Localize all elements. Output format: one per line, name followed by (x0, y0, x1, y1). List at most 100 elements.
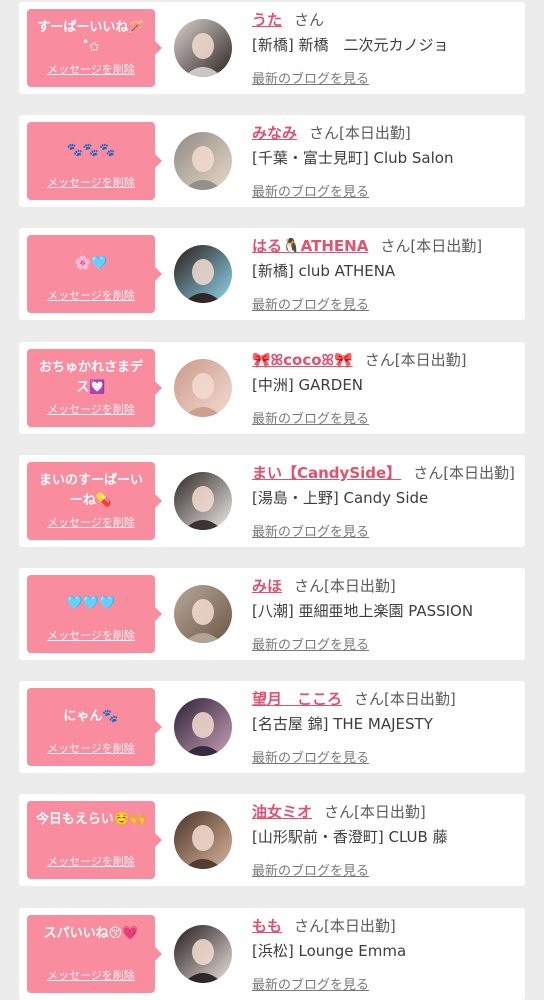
message-bubble: にゃん🐾 メッセージを削除 (27, 688, 162, 766)
delete-message-link[interactable]: メッセージを削除 (27, 514, 155, 530)
message-text: 🌸🩵 (74, 256, 108, 271)
shop-label: [中洲] GARDEN (252, 376, 364, 394)
shop-label: [新橋] club ATHENA (252, 262, 396, 280)
message-list: すーぱーいいね🪄 ˚✩ メッセージを削除 うた さん [新橋] 新橋 二次元カノ… (0, 0, 544, 1000)
delete-message-link[interactable]: メッセージを削除 (27, 174, 155, 190)
attendance-badge: [本日出勤] (354, 803, 426, 821)
avatar-image (174, 698, 232, 756)
sender-info: うた さん [新橋] 新橋 二次元カノジョ 最新のブログを見る (252, 8, 521, 87)
attendance-badge: [本日出勤] (410, 237, 483, 255)
avatar[interactable] (174, 585, 232, 643)
avatar[interactable] (174, 19, 232, 77)
honorific: さん (324, 803, 355, 821)
delete-message-link[interactable]: メッセージを削除 (27, 401, 155, 417)
honorific: さん (294, 577, 325, 595)
shop-label: [千葉・富士見町] Club Salon (252, 149, 454, 167)
delete-message-link[interactable]: メッセージを削除 (27, 853, 155, 869)
latest-blog-link[interactable]: 最新のブログを見る (252, 68, 369, 87)
message-text: おちゅかれさまデス💟 (38, 360, 143, 395)
message-card: にゃん🐾 メッセージを削除 望月 こころ さん[本日出勤] [名古屋 錦] TH… (19, 681, 525, 773)
sender-info: 望月 こころ さん[本日出勤] [名古屋 錦] THE MAJESTY 最新のブロ… (252, 687, 521, 766)
message-text: まいのすーぱーいーね💊 (38, 473, 143, 508)
sender-name-link[interactable]: もも (252, 917, 282, 935)
latest-blog-link[interactable]: 最新のブログを見る (252, 408, 369, 427)
attendance-badge: [本日出勤] (324, 577, 396, 595)
attendance-badge: [本日出勤] (324, 917, 396, 935)
message-card: 今日もえらい☺️🙌 メッセージを削除 油女ミオ さん[本日出勤] [山形駅前・香… (19, 794, 525, 886)
message-bubble: 🐾🐾🐾 メッセージを削除 (27, 122, 162, 200)
shop-label: [浜松] Lounge Emma (252, 942, 407, 960)
sender-name-link[interactable]: うた (252, 11, 282, 29)
avatar-image (174, 811, 232, 869)
sender-name-link[interactable]: みほ (252, 577, 282, 595)
honorific: さん (364, 351, 395, 369)
sender-name-link[interactable]: 🎀ꕤcocoꕤ🎀 (252, 351, 353, 369)
avatar-image (174, 925, 232, 983)
message-card: おちゅかれさまデス💟 メッセージを削除 🎀ꕤcocoꕤ🎀 さん[本日出勤] [中… (19, 342, 525, 434)
sender-name-link[interactable]: 望月 こころ (252, 690, 342, 708)
message-text: 🩵🩵🩵 (66, 596, 116, 611)
avatar[interactable] (174, 472, 232, 530)
sender-name-link[interactable]: みなみ (252, 124, 297, 142)
message-card: 🐾🐾🐾 メッセージを削除 みなみ さん[本日出勤] [千葉・富士見町] Club… (19, 115, 525, 207)
avatar[interactable] (174, 811, 232, 869)
latest-blog-link[interactable]: 最新のブログを見る (252, 181, 369, 200)
avatar[interactable] (174, 359, 232, 417)
message-bubble: スパいいね😚💗 メッセージを削除 (27, 915, 162, 993)
sender-info: 🎀ꕤcocoꕤ🎀 さん[本日出勤] [中洲] GARDEN 最新のブログを見る (252, 348, 521, 427)
honorific: さん (294, 11, 325, 29)
sender-info: みなみ さん[本日出勤] [千葉・富士見町] Club Salon 最新のブログを… (252, 121, 521, 200)
message-bubble: 🩵🩵🩵 メッセージを削除 (27, 575, 162, 653)
attendance-badge: [本日出勤] (394, 351, 467, 369)
honorific: さん (309, 124, 340, 142)
delete-message-link[interactable]: メッセージを削除 (27, 287, 155, 303)
latest-blog-link[interactable]: 最新のブログを見る (252, 634, 369, 653)
honorific: さん (413, 464, 444, 482)
message-text: 🐾🐾🐾 (66, 143, 116, 158)
sender-name-link[interactable]: 油女ミオ (252, 803, 312, 821)
message-bubble: すーぱーいいね🪄 ˚✩ メッセージを削除 (27, 9, 162, 87)
sender-info: みほ さん[本日出勤] [八潮] 亜細亜地上楽園 PASSION 最新のブログを見… (252, 574, 521, 653)
message-card: すーぱーいいね🪄 ˚✩ メッセージを削除 うた さん [新橋] 新橋 二次元カノ… (19, 2, 525, 94)
message-bubble: おちゅかれさまデス💟 メッセージを削除 (27, 349, 162, 427)
sender-info: はる🐧ATHENA さん[本日出勤] [新橋] club ATHENA 最新のブロ… (252, 234, 521, 313)
avatar[interactable] (174, 132, 232, 190)
delete-message-link[interactable]: メッセージを削除 (27, 627, 155, 643)
delete-message-link[interactable]: メッセージを削除 (27, 967, 155, 983)
shop-label: [八潮] 亜細亜地上楽園 PASSION (252, 602, 474, 620)
avatar-image (174, 585, 232, 643)
delete-message-link[interactable]: メッセージを削除 (27, 61, 155, 77)
latest-blog-link[interactable]: 最新のブログを見る (252, 974, 369, 993)
message-bubble: 今日もえらい☺️🙌 メッセージを削除 (27, 801, 162, 879)
avatar-image (174, 132, 232, 190)
sender-name-link[interactable]: まい【CandySide】 (252, 464, 401, 482)
delete-message-link[interactable]: メッセージを削除 (27, 740, 155, 756)
sender-info: 油女ミオ さん[本日出勤] [山形駅前・香澄町] CLUB 藤 最新のブログを見る (252, 800, 521, 879)
avatar-image (174, 19, 232, 77)
latest-blog-link[interactable]: 最新のブログを見る (252, 747, 369, 766)
attendance-badge: [本日出勤] (339, 124, 411, 142)
message-card: 🩵🩵🩵 メッセージを削除 みほ さん[本日出勤] [八潮] 亜細亜地上楽園 PA… (19, 568, 525, 660)
message-card: スパいいね😚💗 メッセージを削除 もも さん[本日出勤] [浜松] Lounge… (19, 908, 525, 1000)
avatar[interactable] (174, 698, 232, 756)
message-text: にゃん🐾 (63, 709, 119, 724)
shop-label: [名古屋 錦] THE MAJESTY (252, 715, 433, 733)
avatar[interactable] (174, 245, 232, 303)
avatar-image (174, 245, 232, 303)
attendance-badge: [本日出勤] (443, 464, 515, 482)
avatar[interactable] (174, 925, 232, 983)
sender-info: もも さん[本日出勤] [浜松] Lounge Emma 最新のブログを見る (252, 914, 521, 993)
message-text: スパいいね😚💗 (43, 926, 139, 941)
message-bubble: 🌸🩵 メッセージを削除 (27, 235, 162, 313)
sender-name-link[interactable]: はる🐧ATHENA (252, 237, 368, 255)
message-text: すーぱーいいね🪄 ˚✩ (37, 20, 145, 55)
attendance-badge: [本日出勤] (384, 690, 456, 708)
latest-blog-link[interactable]: 最新のブログを見る (252, 521, 369, 540)
message-bubble: まいのすーぱーいーね💊 メッセージを削除 (27, 462, 162, 540)
message-card: 🌸🩵 メッセージを削除 はる🐧ATHENA さん[本日出勤] [新橋] club… (19, 228, 525, 320)
latest-blog-link[interactable]: 最新のブログを見る (252, 860, 369, 879)
avatar-image (174, 359, 232, 417)
shop-label: [湯島・上野] Candy Side (252, 489, 429, 507)
latest-blog-link[interactable]: 最新のブログを見る (252, 294, 369, 313)
message-card: まいのすーぱーいーね💊 メッセージを削除 まい【CandySide】 さん[本日出… (19, 455, 525, 547)
